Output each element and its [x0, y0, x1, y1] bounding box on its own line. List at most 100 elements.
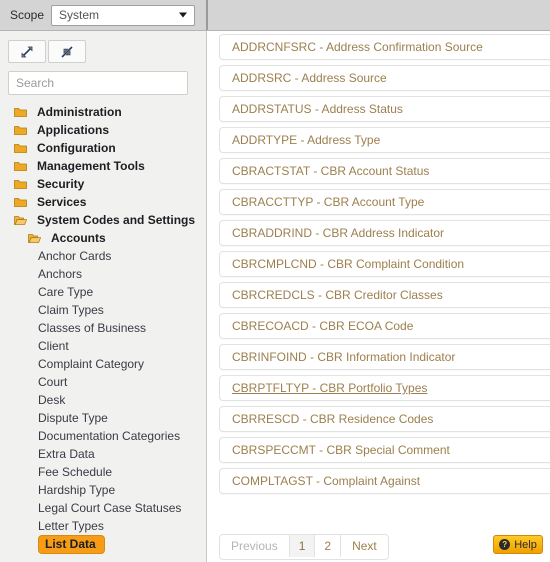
tree-item-security[interactable]: Security: [0, 175, 206, 193]
scope-bar-left: Scope System: [0, 0, 208, 30]
code-list-link[interactable]: ADDRTYPE - Address Type: [232, 133, 380, 147]
tree-item-letter-types[interactable]: Letter Types: [0, 517, 206, 535]
tree-item-label: Services: [37, 195, 87, 209]
search-input[interactable]: [8, 71, 188, 95]
code-list-row[interactable]: CBRADDRIND - CBR Address Indicator: [219, 220, 550, 246]
code-list-row[interactable]: ADDRSRC - Address Source: [219, 65, 550, 91]
tree-item-label: Desk: [38, 393, 66, 407]
tree-item-label: Anchor Cards: [38, 249, 112, 263]
folder-closed-icon: [14, 125, 32, 136]
tree-item-label: Management Tools: [37, 159, 145, 173]
tree-item-label: Court: [38, 375, 68, 389]
tree-item-legal-court-case-statuses[interactable]: Legal Court Case Statuses: [0, 499, 206, 517]
code-list: ADDRCNFSRC - Address Confirmation Source…: [219, 34, 550, 499]
tree-item-complaint-category[interactable]: Complaint Category: [0, 355, 206, 373]
folder-closed-icon: [14, 107, 32, 118]
code-list-link[interactable]: CBRCMPLCND - CBR Complaint Condition: [232, 257, 464, 271]
tree-item-applications[interactable]: Applications: [0, 121, 206, 139]
tree-item-care-type[interactable]: Care Type: [0, 283, 206, 301]
tree-item-label: Hardship Type: [38, 483, 116, 497]
tree-item-desk[interactable]: Desk: [0, 391, 206, 409]
folder-closed-icon: [14, 161, 32, 172]
tree-item-label: Configuration: [37, 141, 116, 155]
code-list-row[interactable]: CBRACTSTAT - CBR Account Status: [219, 158, 550, 184]
code-list-row[interactable]: COMPLTAGST - Complaint Against: [219, 468, 550, 494]
tree-item-court[interactable]: Court: [0, 373, 206, 391]
code-list-row[interactable]: CBRCMPLCND - CBR Complaint Condition: [219, 251, 550, 277]
tree-item-list-data[interactable]: List Data: [0, 534, 206, 554]
tree-item-dispute-type[interactable]: Dispute Type: [0, 409, 206, 427]
tree-item-claim-types[interactable]: Claim Types: [0, 301, 206, 319]
tree-item-label: Anchors: [38, 267, 83, 281]
tree-item-services[interactable]: Services: [0, 193, 206, 211]
code-list-row[interactable]: CBRACCTTYP - CBR Account Type: [219, 189, 550, 215]
scope-select-value: System: [59, 8, 100, 22]
help-button-label: Help: [514, 538, 537, 551]
code-list-link[interactable]: ADDRCNFSRC - Address Confirmation Source: [232, 40, 483, 54]
tree-item-label: Fee Schedule: [38, 465, 113, 479]
code-list-row[interactable]: ADDRCNFSRC - Address Confirmation Source: [219, 34, 550, 60]
tree-toolbar: [8, 40, 86, 63]
code-list-row[interactable]: CBRCREDCLS - CBR Creditor Classes: [219, 282, 550, 308]
tree-item-label: System Codes and Settings: [37, 213, 196, 227]
code-list-link[interactable]: ADDRSTATUS - Address Status: [232, 102, 403, 116]
code-list-link[interactable]: CBRPTFLTYP - CBR Portfolio Types: [232, 381, 427, 395]
code-list-row[interactable]: CBRECOACD - CBR ECOA Code: [219, 313, 550, 339]
code-list-link[interactable]: COMPLTAGST - Complaint Against: [232, 474, 420, 488]
pagination-previous: Previous: [220, 535, 290, 557]
pagination-2[interactable]: 2: [315, 535, 342, 557]
tree-item-fee-schedule[interactable]: Fee Schedule: [0, 463, 206, 481]
code-list-row[interactable]: CBRSPECCMT - CBR Special Comment: [219, 437, 550, 463]
folder-closed-icon: [14, 143, 32, 154]
code-list-row[interactable]: ADDRSTATUS - Address Status: [219, 96, 550, 122]
code-list-link[interactable]: CBRADDRIND - CBR Address Indicator: [232, 226, 444, 240]
tree-item-label: List Data: [38, 534, 105, 554]
folder-closed-icon: [14, 179, 32, 190]
scope-select[interactable]: System: [51, 4, 196, 26]
tree-item-label: Legal Court Case Statuses: [38, 501, 182, 515]
tree-item-label: Administration: [37, 105, 122, 119]
code-list-link[interactable]: CBRACCTTYP - CBR Account Type: [232, 195, 424, 209]
tree-item-extra-data[interactable]: Extra Data: [0, 445, 206, 463]
help-button[interactable]: ? Help: [493, 535, 543, 554]
tree-item-anchors[interactable]: Anchors: [0, 265, 206, 283]
tree-item-configuration[interactable]: Configuration: [0, 139, 206, 157]
pagination-1[interactable]: 1: [289, 535, 316, 557]
tree-item-management-tools[interactable]: Management Tools: [0, 157, 206, 175]
code-list-row[interactable]: ADDRTYPE - Address Type: [219, 127, 550, 153]
chevron-down-icon: [179, 12, 188, 18]
expand-all-button[interactable]: [8, 40, 46, 63]
tree-item-hardship-type[interactable]: Hardship Type: [0, 481, 206, 499]
code-list-row[interactable]: CBRPTFLTYP - CBR Portfolio Types: [219, 375, 550, 401]
tree-list[interactable]: Administration Applications Configuration M…: [0, 103, 206, 562]
code-list-link[interactable]: CBRCREDCLS - CBR Creditor Classes: [232, 288, 443, 302]
code-list-link[interactable]: CBRACTSTAT - CBR Account Status: [232, 164, 429, 178]
tree-item-label: Claim Types: [38, 303, 104, 317]
code-list-link[interactable]: CBRECOACD - CBR ECOA Code: [232, 319, 413, 333]
tree-item-label: Accounts: [51, 231, 106, 245]
code-list-row[interactable]: CBRRESCD - CBR Residence Codes: [219, 406, 550, 432]
code-list-row[interactable]: CBRINFOIND - CBR Information Indicator: [219, 344, 550, 370]
scope-bar: Scope System: [0, 0, 550, 31]
pagination-next[interactable]: Next: [341, 535, 388, 557]
tree-item-anchor-cards[interactable]: Anchor Cards: [0, 247, 206, 265]
code-list-link[interactable]: ADDRSRC - Address Source: [232, 71, 387, 85]
code-list-link[interactable]: CBRINFOIND - CBR Information Indicator: [232, 350, 455, 364]
collapse-arrows-icon: [60, 45, 74, 59]
tree-item-accounts[interactable]: Accounts: [0, 229, 206, 247]
code-list-link[interactable]: CBRRESCD - CBR Residence Codes: [232, 412, 433, 426]
tree-item-classes-of-business[interactable]: Classes of Business: [0, 319, 206, 337]
code-list-link[interactable]: CBRSPECCMT - CBR Special Comment: [232, 443, 450, 457]
tree-item-administration[interactable]: Administration: [0, 103, 206, 121]
tree-item-label: Classes of Business: [38, 321, 147, 335]
tree-item-documentation-categories[interactable]: Documentation Categories: [0, 427, 206, 445]
content-panel: ADDRCNFSRC - Address Confirmation Source…: [208, 31, 550, 562]
tree-item-system-codes-and-settings[interactable]: System Codes and Settings: [0, 211, 206, 229]
pagination[interactable]: Previous 1 2 Next: [219, 534, 389, 560]
collapse-all-button[interactable]: [48, 40, 86, 63]
tree-item-label: Client: [38, 339, 69, 353]
tree-item-client[interactable]: Client: [0, 337, 206, 355]
tree-item-label: Applications: [37, 123, 110, 137]
question-mark-icon: ?: [499, 539, 511, 550]
folder-closed-icon: [14, 197, 32, 208]
